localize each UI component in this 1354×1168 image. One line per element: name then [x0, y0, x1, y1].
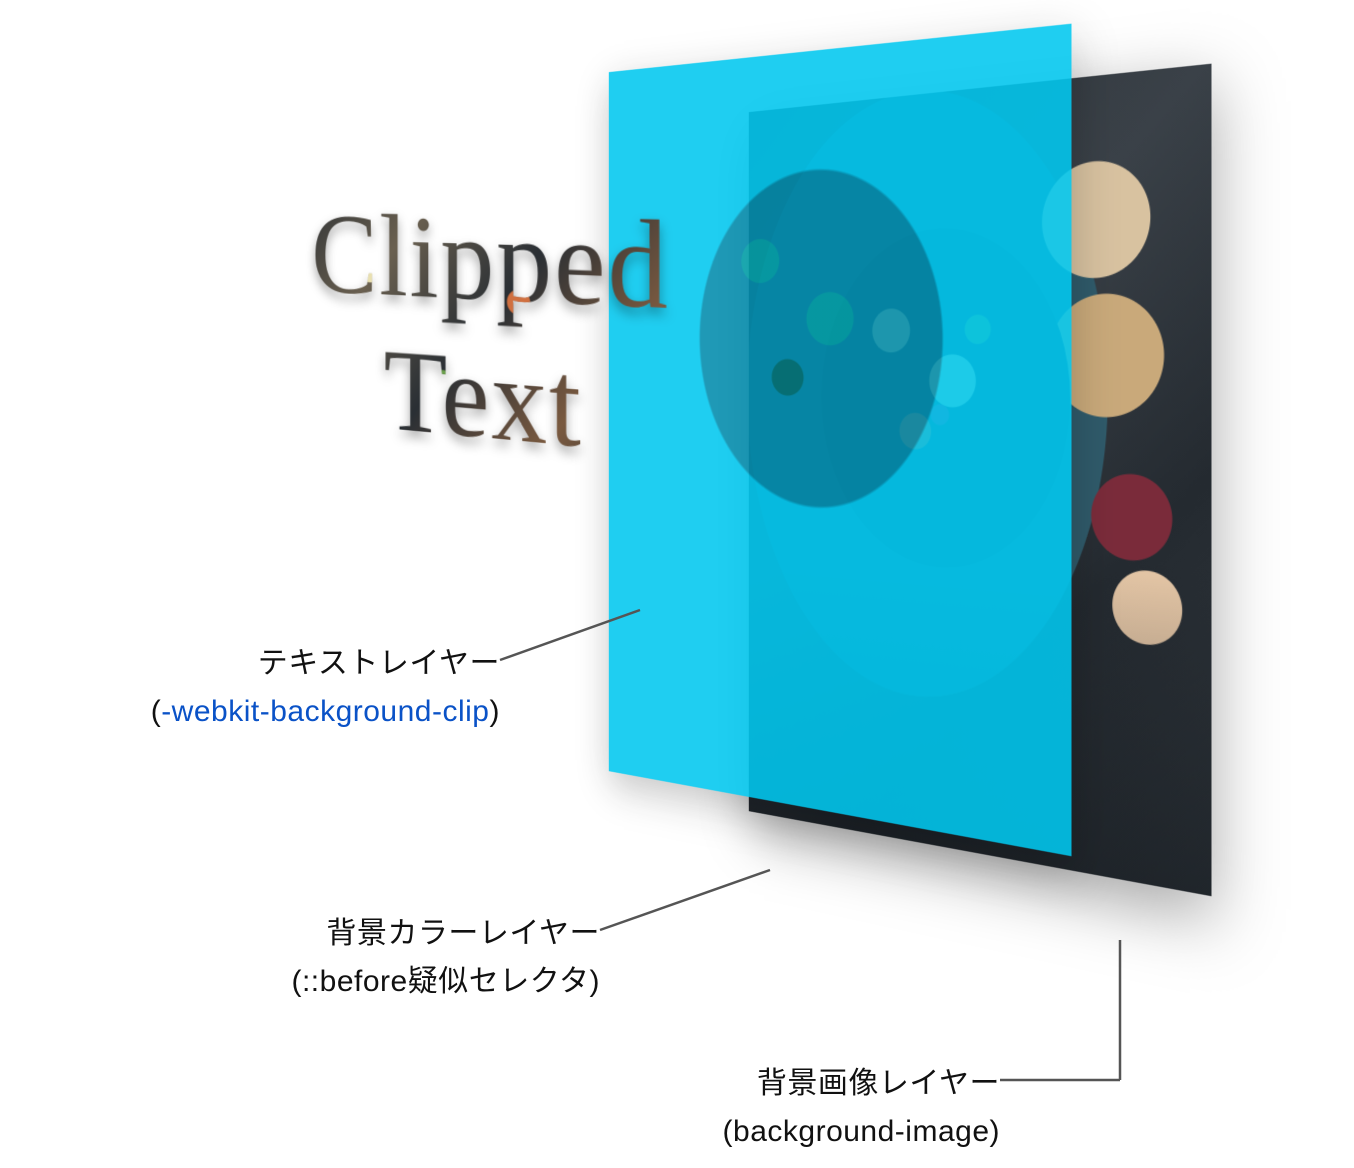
annotation-color-layer: 背景カラーレイヤー (::before疑似セレクタ): [140, 910, 600, 1006]
annotation-image-layer-detail: (background-image): [540, 1108, 1000, 1156]
annotation-image-layer: 背景画像レイヤー (background-image): [540, 1060, 1000, 1156]
annotation-image-layer-title: 背景画像レイヤー: [540, 1060, 1000, 1108]
annotation-color-layer-detail: (::before疑似セレクタ): [140, 958, 600, 1006]
paren-open: (: [151, 695, 162, 728]
paren-close: ): [490, 695, 501, 728]
clipped-text-layer: Clipped Text: [301, 188, 683, 487]
annotation-color-layer-title: 背景カラーレイヤー: [140, 910, 600, 958]
annotation-text-layer-detail: (-webkit-background-clip): [0, 688, 500, 736]
css-property-webkit-background-clip: -webkit-background-clip: [161, 695, 489, 728]
annotation-text-layer-title: テキストレイヤー: [0, 640, 500, 688]
annotation-text-layer: テキストレイヤー (-webkit-background-clip): [0, 640, 500, 736]
diagram-stage: Clipped Text テキストレイヤー (-webkit-backgroun…: [0, 0, 1354, 1168]
